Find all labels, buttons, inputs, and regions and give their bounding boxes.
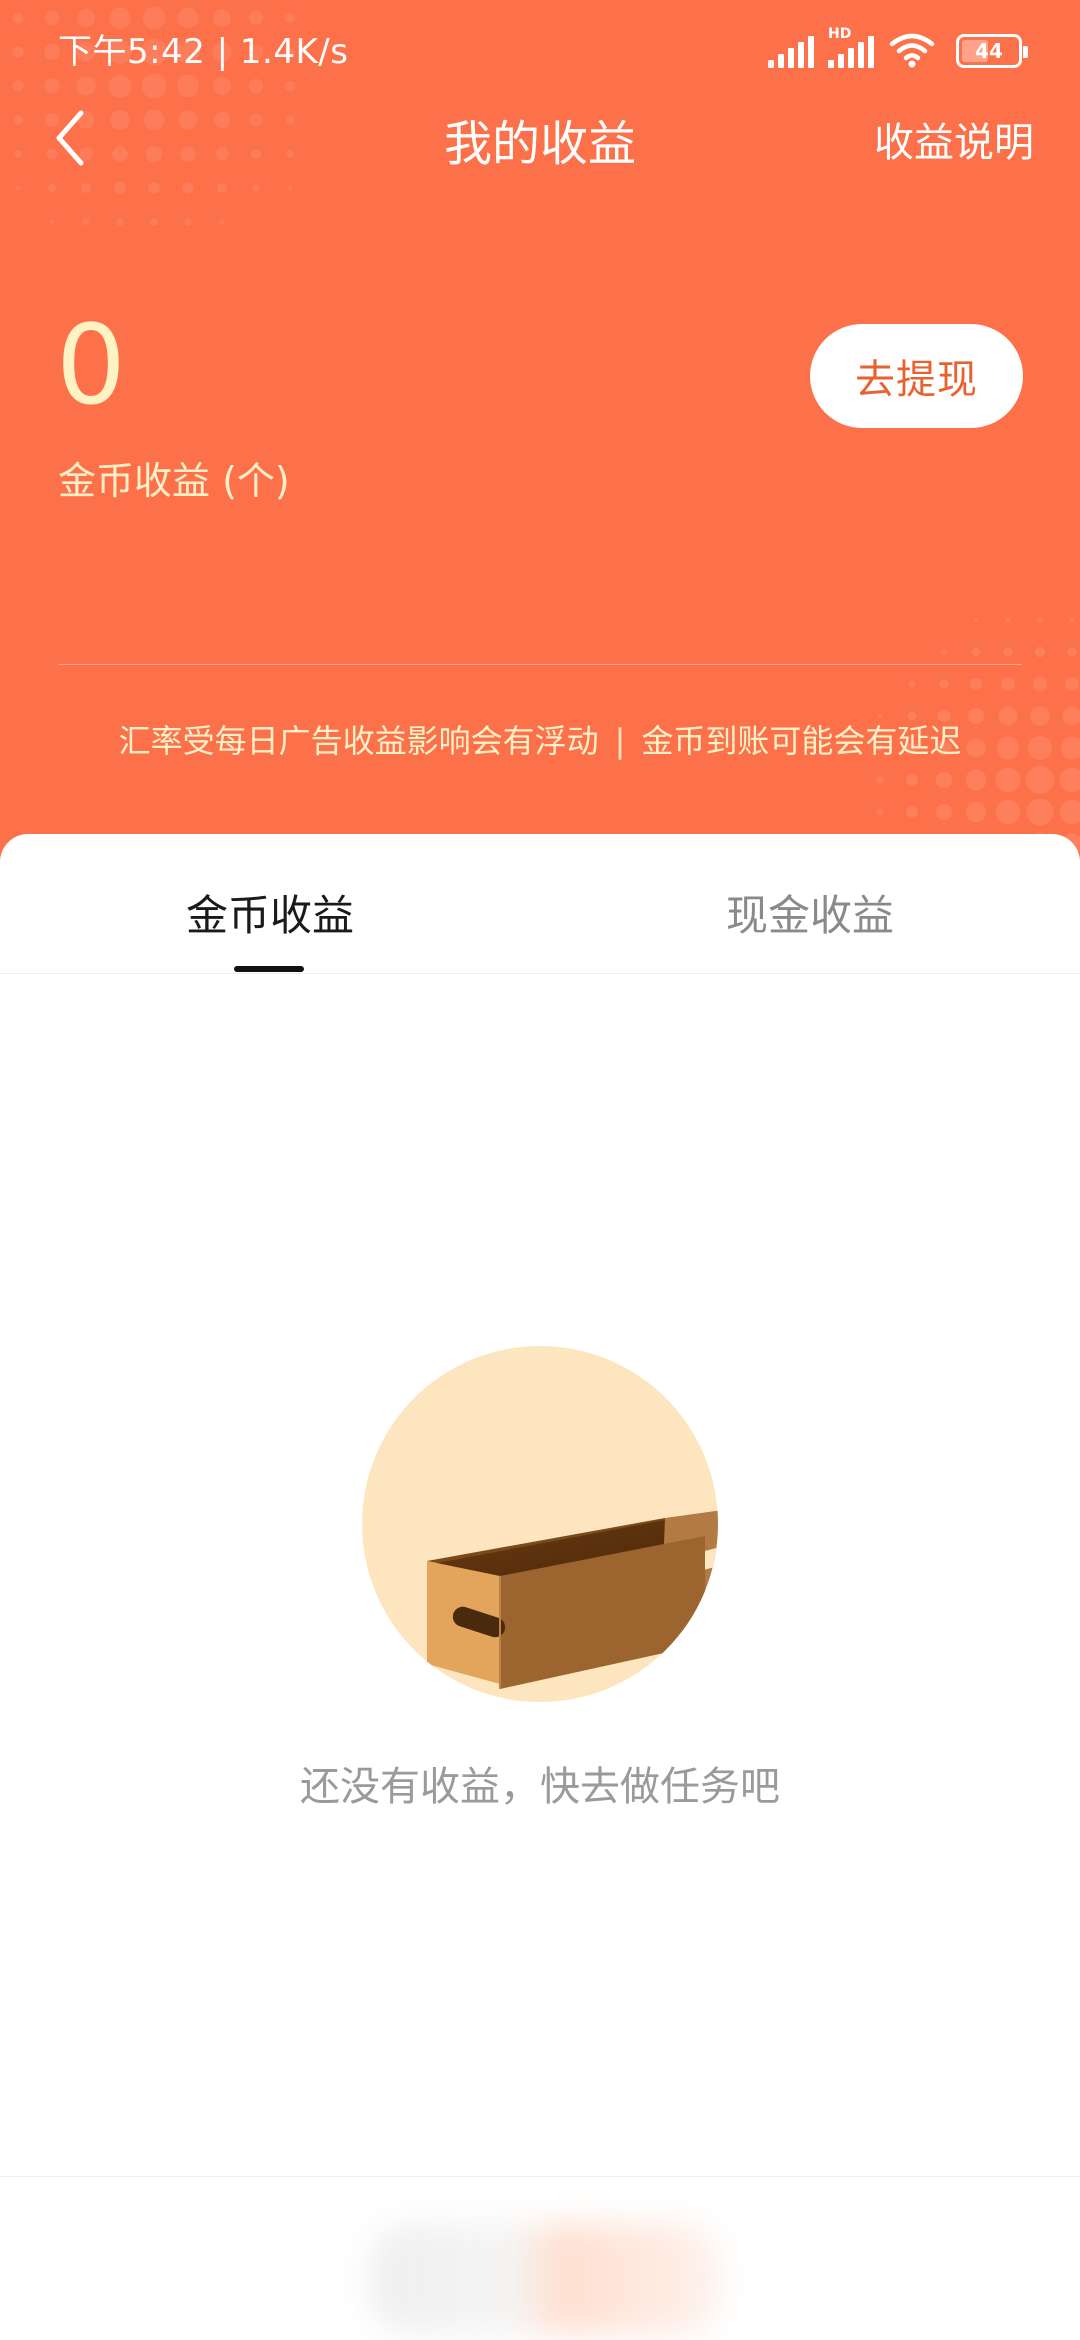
decorative-dots (876, 617, 1080, 856)
notice-rate: 汇率受每日广告收益影响会有浮动 (118, 722, 599, 760)
status-bar: 下午5:42 | 1.4K/s HD 44 (0, 0, 1080, 96)
bottom-divider (0, 2176, 1080, 2177)
earnings-card: 金币收益 现金收益 还没有收益，快去做任务吧 (0, 834, 1080, 2340)
tab-indicator (234, 966, 304, 972)
earnings-header: 下午5:42 | 1.4K/s HD 44 我的收益 收益说明 0 金币收益 (… (0, 0, 1080, 880)
header-divider (58, 664, 1022, 665)
status-time-speed: 下午5:42 | 1.4K/s (58, 32, 349, 72)
wifi-icon (889, 33, 935, 68)
tab-cash-earnings[interactable]: 现金收益 (540, 882, 1080, 943)
coin-balance-label: 金币收益 (个) (58, 459, 290, 503)
coin-balance-value: 0 (56, 301, 126, 429)
empty-box-icon (362, 1346, 718, 1702)
battery-icon: 44 (956, 34, 1028, 68)
status-icons: HD 44 (768, 26, 1028, 68)
hd-label: HD (828, 26, 852, 42)
notice-delay: 金币到账可能会有延迟 (641, 722, 962, 760)
tab-coin-earnings[interactable]: 金币收益 (0, 882, 540, 943)
earnings-explanation-link[interactable]: 收益说明 (874, 110, 1034, 168)
battery-level: 44 (975, 39, 1003, 63)
notice-separator: | (614, 722, 626, 760)
empty-state-message: 还没有收益，快去做任务吧 (300, 1764, 780, 1810)
signal-hd-icon: HD (828, 26, 874, 68)
exchange-rate-notice: 汇率受每日广告收益影响会有浮动 | 金币到账可能会有延迟 (0, 716, 1080, 762)
signal-icon (768, 34, 814, 68)
earnings-tabs: 金币收益 现金收益 (0, 834, 1080, 974)
blurred-bottom-banner (370, 2224, 720, 2334)
withdraw-button[interactable]: 去提现 (810, 324, 1023, 428)
